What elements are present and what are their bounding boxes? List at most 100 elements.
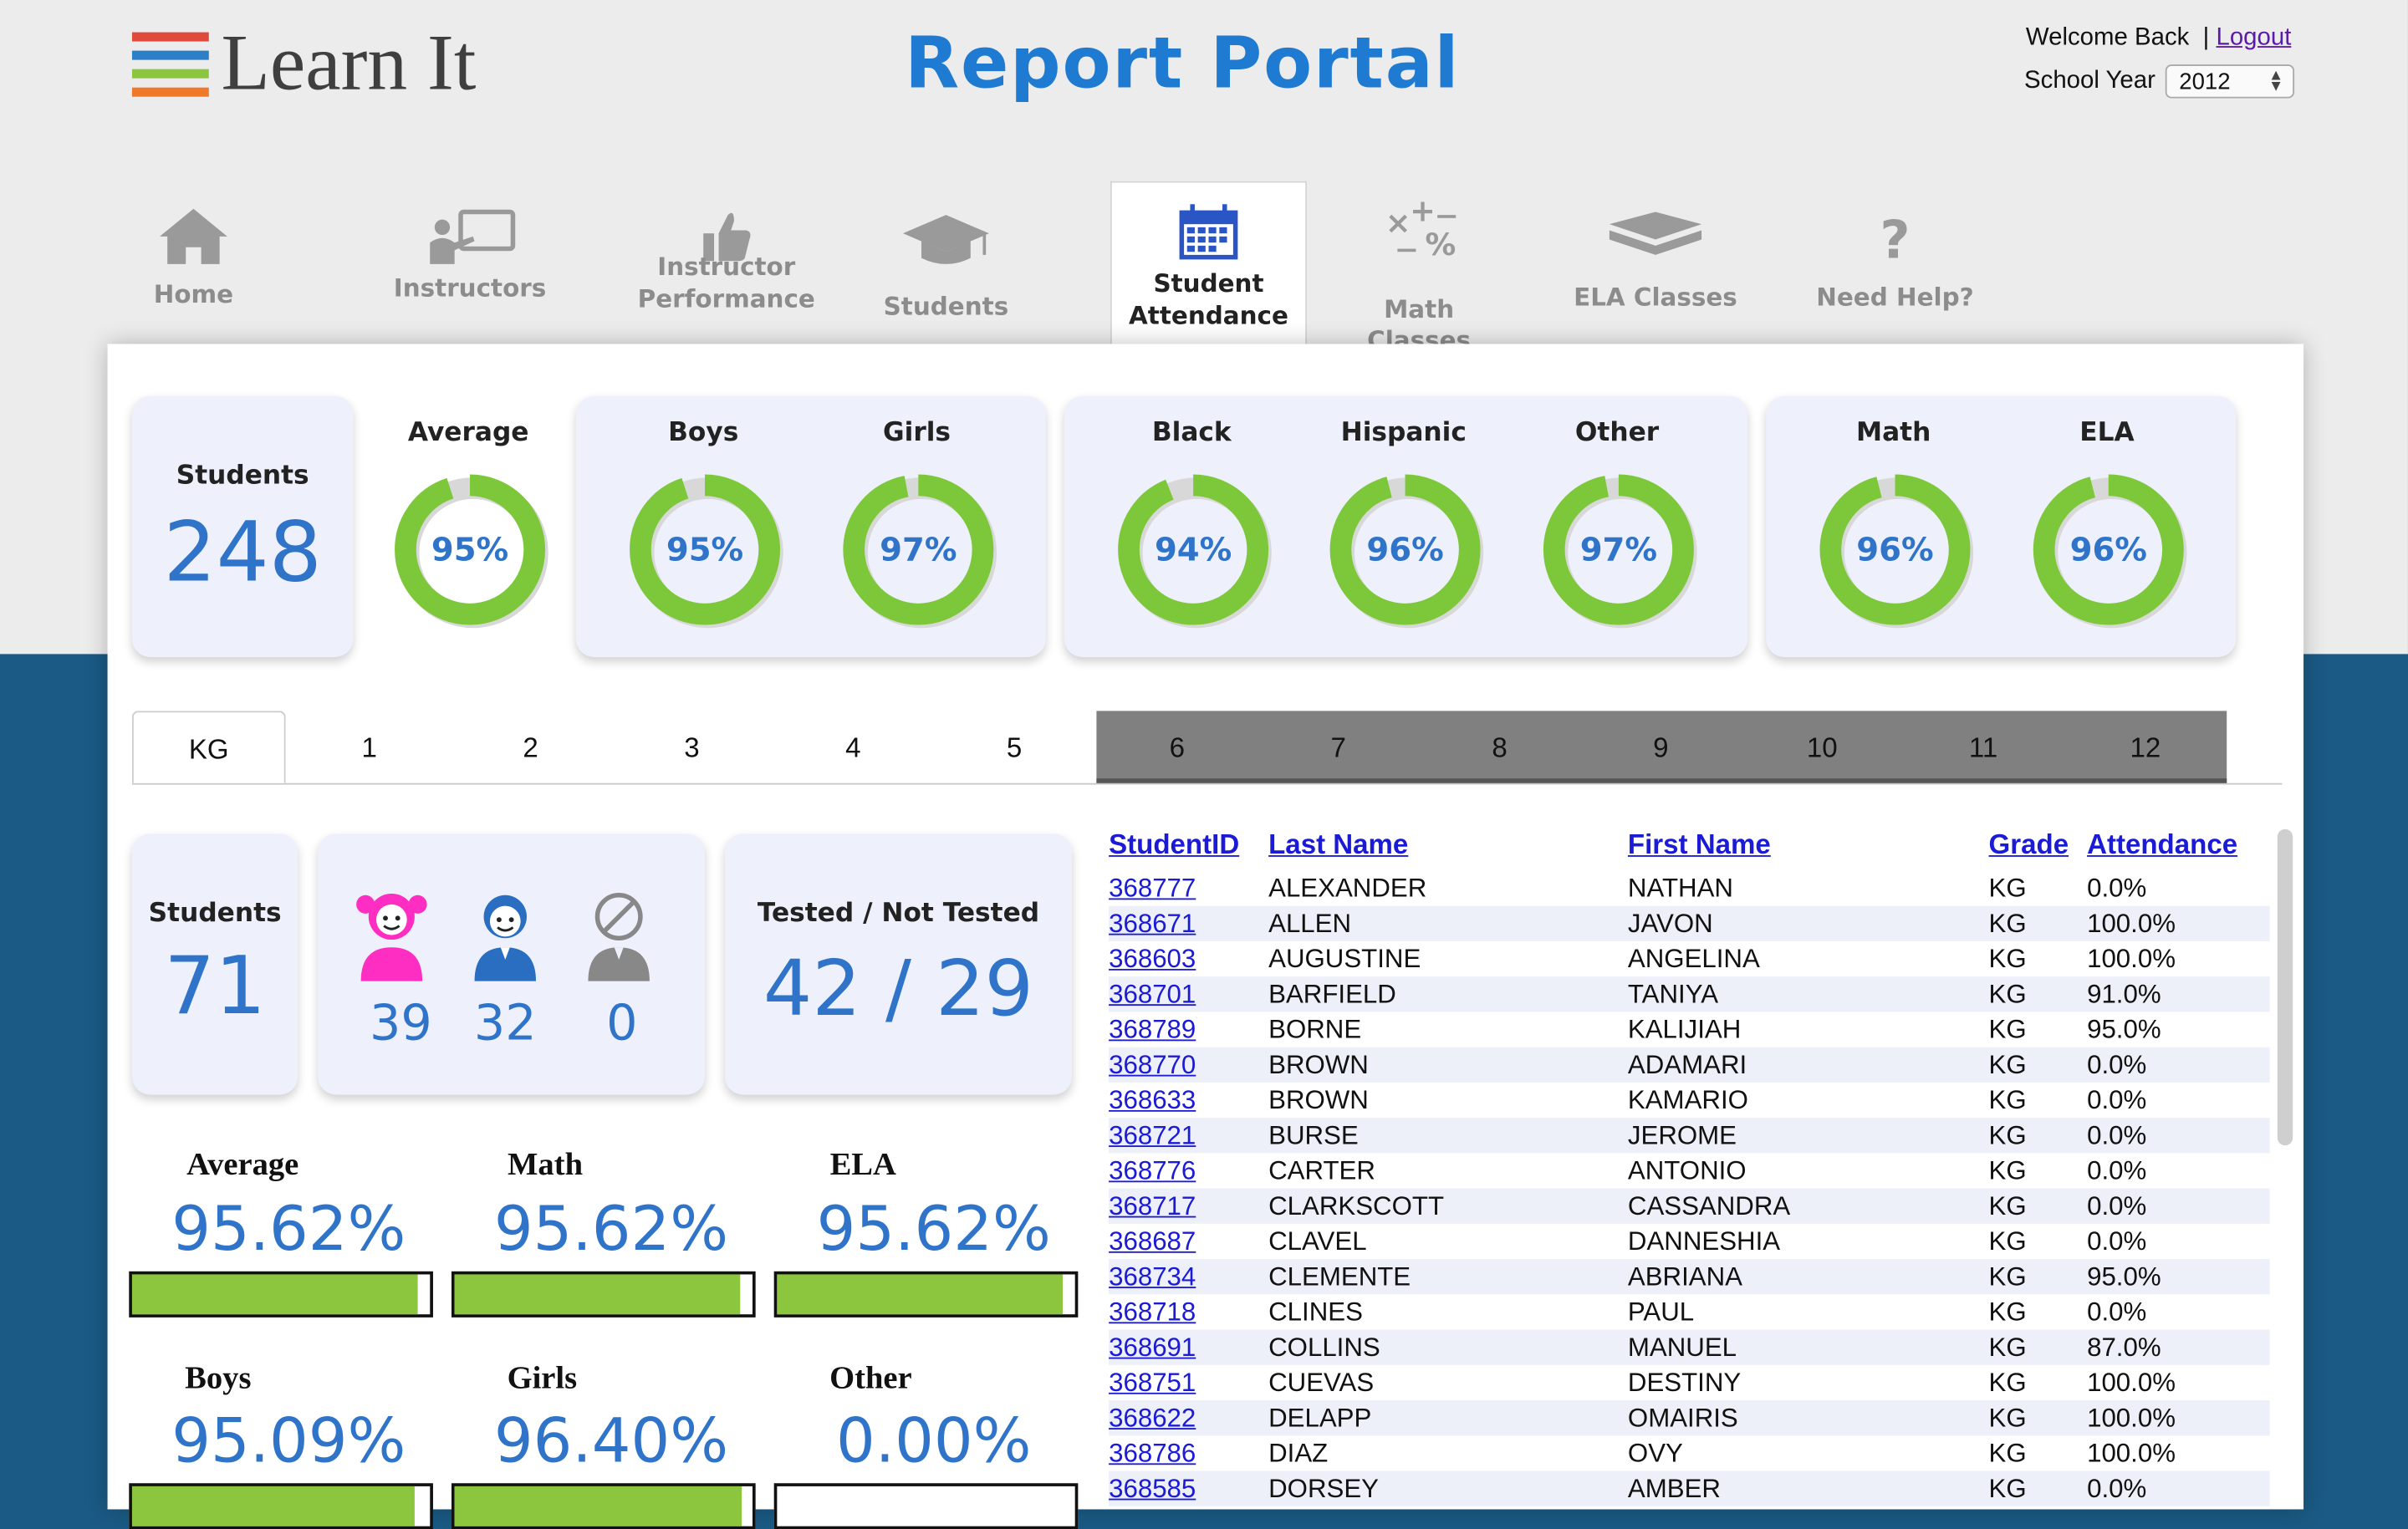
attendance-cell: 0.0% — [2087, 1120, 2147, 1150]
student-id-link[interactable]: 368718 — [1109, 1294, 1196, 1329]
student-id-link[interactable]: 368770 — [1109, 1047, 1196, 1083]
student-id-link[interactable]: 368717 — [1109, 1189, 1196, 1224]
nav-home[interactable]: Home — [123, 181, 264, 344]
tab-grade-2[interactable]: 2 — [450, 711, 611, 781]
tested-label: Tested / Not Tested — [757, 898, 1040, 930]
tab-grade-kg[interactable]: KG — [131, 711, 286, 783]
student-id-link[interactable]: 368691 — [1109, 1330, 1196, 1365]
nav-label-2: Performance — [637, 283, 815, 313]
svg-text:?: ? — [1880, 210, 1910, 271]
grade-students-card: Students 71 — [131, 833, 298, 1095]
student-id-link[interactable]: 368687 — [1109, 1224, 1196, 1259]
last-name-cell: ALEXANDER — [1268, 874, 1427, 903]
bar-ela — [773, 1271, 1079, 1317]
student-id-link[interactable]: 368701 — [1109, 976, 1196, 1012]
attendance-cell: 100.0% — [2087, 1403, 2176, 1433]
logout-link[interactable]: Logout — [2216, 24, 2291, 50]
last-name-cell: COLLINS — [1268, 1333, 1380, 1363]
svg-text:%: % — [1425, 227, 1456, 261]
ring-label-other: Other — [1574, 417, 1660, 449]
bar-average — [129, 1271, 433, 1317]
column-header-first-name[interactable]: First Name — [1628, 829, 1771, 862]
ring-label-average: Average — [407, 417, 529, 449]
select-arrows-icon: ▲ ▼ — [2268, 67, 2284, 95]
column-header-student-id[interactable]: StudentID — [1109, 829, 1239, 862]
student-id-link[interactable]: 368776 — [1109, 1153, 1196, 1188]
student-id-link[interactable]: 368777 — [1109, 870, 1196, 905]
nav-instructors[interactable]: Instructors — [384, 181, 556, 344]
boy-icon — [474, 894, 537, 981]
grade-cell: KG — [1988, 1015, 2027, 1044]
nav-students[interactable]: Students — [870, 181, 1023, 344]
tab-grade-12[interactable]: 12 — [2064, 711, 2227, 781]
first-name-cell: OMAIRIS — [1627, 1403, 1738, 1433]
student-id-link[interactable]: 368789 — [1109, 1012, 1196, 1047]
last-name-cell: DIAZ — [1268, 1438, 1329, 1468]
tab-grade-7[interactable]: 7 — [1258, 711, 1419, 781]
attendance-cell: 100.0% — [2087, 1438, 2176, 1468]
student-id-link[interactable]: 368786 — [1109, 1435, 1196, 1470]
tab-grade-1[interactable]: 1 — [288, 711, 450, 781]
first-name-cell: OVY — [1627, 1438, 1683, 1468]
table-row: 368718 CLINES PAUL KG 0.0% — [1109, 1294, 2270, 1329]
grade-cell: KG — [1988, 1050, 2027, 1080]
first-name-cell: JAVON — [1627, 909, 1713, 939]
last-name-cell: BURSE — [1268, 1120, 1359, 1150]
student-id-link[interactable]: 368734 — [1109, 1259, 1196, 1294]
table-row: 368789 BORNE KALIJIAH KG 95.0% — [1109, 1012, 2270, 1047]
table-scrollbar[interactable] — [2276, 828, 2294, 1505]
nav-math-classes[interactable]: × +% Math Classes — [1330, 181, 1508, 354]
scrollbar-thumb[interactable] — [2277, 828, 2293, 1146]
calendar-icon — [1179, 204, 1238, 260]
bar-label-boys: Boys — [185, 1358, 252, 1396]
first-name-cell: CASSANDRA — [1627, 1191, 1791, 1221]
tab-grade-4[interactable]: 4 — [773, 711, 934, 781]
tab-grade-3[interactable]: 3 — [611, 711, 773, 781]
tab-grade-6[interactable]: 6 — [1096, 711, 1258, 781]
column-header-attendance[interactable]: Attendance — [2087, 829, 2237, 862]
column-header-grade[interactable]: Grade — [1989, 829, 2069, 862]
student-id-link[interactable]: 368585 — [1109, 1471, 1196, 1506]
ring-ela: 96% — [2032, 473, 2191, 633]
attendance-cell: 0.0% — [2087, 1085, 2147, 1115]
bar-value-ela: 95.62% — [816, 1194, 1051, 1266]
nav-ela-classes[interactable]: ELA Classes — [1569, 181, 1742, 344]
tab-grade-11[interactable]: 11 — [1903, 711, 2064, 781]
school-year-select[interactable]: 2012 ▲ ▼ — [2165, 64, 2295, 99]
column-header-last-name[interactable]: Last Name — [1268, 829, 1408, 862]
grade-cell: KG — [1988, 1333, 2027, 1363]
student-id-link[interactable]: 368622 — [1109, 1400, 1196, 1435]
student-id-link[interactable]: 368603 — [1109, 941, 1196, 976]
tab-grade-8[interactable]: 8 — [1419, 711, 1580, 781]
nav-instructor-performance[interactable]: Instructor Performance — [626, 181, 826, 344]
ring-girls: 97% — [842, 473, 1002, 633]
nav-label-2: Attendance — [1129, 300, 1288, 330]
bar-value-boys: 95.09% — [171, 1406, 406, 1477]
first-name-cell: ANTONIO — [1627, 1156, 1747, 1185]
grade-cell: KG — [1988, 1297, 2027, 1327]
nav-label: Instructor — [657, 252, 796, 282]
table-row: 368777 ALEXANDER NATHAN KG 0.0% — [1109, 870, 2270, 905]
last-name-cell: CARTER — [1268, 1156, 1375, 1185]
question-icon: ? — [1880, 210, 1910, 271]
girls-count: 39 — [369, 993, 432, 1052]
student-id-link[interactable]: 368633 — [1109, 1083, 1196, 1118]
nav-student-attendance[interactable]: Student Attendance — [1110, 181, 1308, 344]
student-id-link[interactable]: 368751 — [1109, 1365, 1196, 1400]
logo-stripe-blue — [131, 50, 209, 60]
nav-need-help[interactable]: ? Need Help? — [1809, 181, 1982, 344]
ring-black: 94% — [1116, 473, 1276, 633]
grade-tabs: KG 1 2 3 4 5 6 7 8 9 10 11 12 — [131, 711, 2283, 785]
tab-grade-9[interactable]: 9 — [1580, 711, 1742, 781]
grade-cell: KG — [1988, 1403, 2027, 1433]
tab-grade-10[interactable]: 10 — [1742, 711, 1903, 781]
student-id-link[interactable]: 368671 — [1109, 906, 1196, 941]
tested-card: Tested / Not Tested 42 / 29 — [724, 833, 1073, 1095]
ring-percent: 96% — [2069, 531, 2147, 568]
tab-grade-5[interactable]: 5 — [934, 711, 1095, 781]
main-navigation: Home Instructors Instructor Performance … — [0, 181, 2408, 354]
table-row: 368603 AUGUSTINE ANGELINA KG 100.0% — [1109, 941, 2270, 976]
first-name-cell: NATHAN — [1627, 874, 1733, 903]
first-name-cell: ABRIANA — [1627, 1261, 1742, 1292]
student-id-link[interactable]: 368721 — [1109, 1118, 1196, 1153]
